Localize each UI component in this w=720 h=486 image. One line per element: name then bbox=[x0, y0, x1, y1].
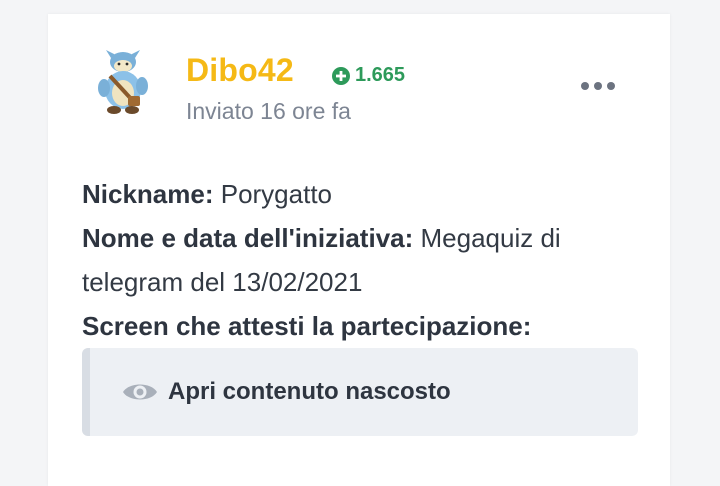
initiative-label: Nome e data dell'iniziativa: bbox=[82, 223, 414, 253]
reputation-badge[interactable]: 1.665 bbox=[332, 64, 405, 87]
author-username[interactable]: Dibo42 bbox=[186, 52, 294, 89]
nickname-line: Nickname: Porygatto bbox=[82, 172, 642, 216]
reputation-value: 1.665 bbox=[355, 64, 406, 86]
ellipsis-icon[interactable] bbox=[580, 76, 616, 96]
hidden-content-label: Apri contenuto nascosto bbox=[168, 378, 451, 405]
post-body: Nickname: Porygatto Nome e data dell'ini… bbox=[82, 172, 642, 348]
nickname-value: Porygatto bbox=[213, 179, 333, 209]
hidden-content-toggle[interactable]: Apri contenuto nascosto bbox=[82, 348, 638, 436]
screen-label: Screen che attesti la partecipazione: bbox=[82, 311, 532, 341]
initiative-line: Nome e data dell'iniziativa: Megaquiz di… bbox=[82, 216, 642, 304]
plus-circle-icon bbox=[332, 66, 350, 85]
eye-icon bbox=[123, 384, 157, 400]
avatar[interactable] bbox=[94, 50, 152, 116]
screen-line: Screen che attesti la partecipazione: bbox=[82, 304, 642, 348]
post-timestamp[interactable]: Inviato 16 ore fa bbox=[186, 98, 351, 125]
post-card: Dibo42 1.665 Inviato 16 ore fa Nickname:… bbox=[48, 14, 670, 486]
nickname-label: Nickname: bbox=[82, 179, 214, 209]
